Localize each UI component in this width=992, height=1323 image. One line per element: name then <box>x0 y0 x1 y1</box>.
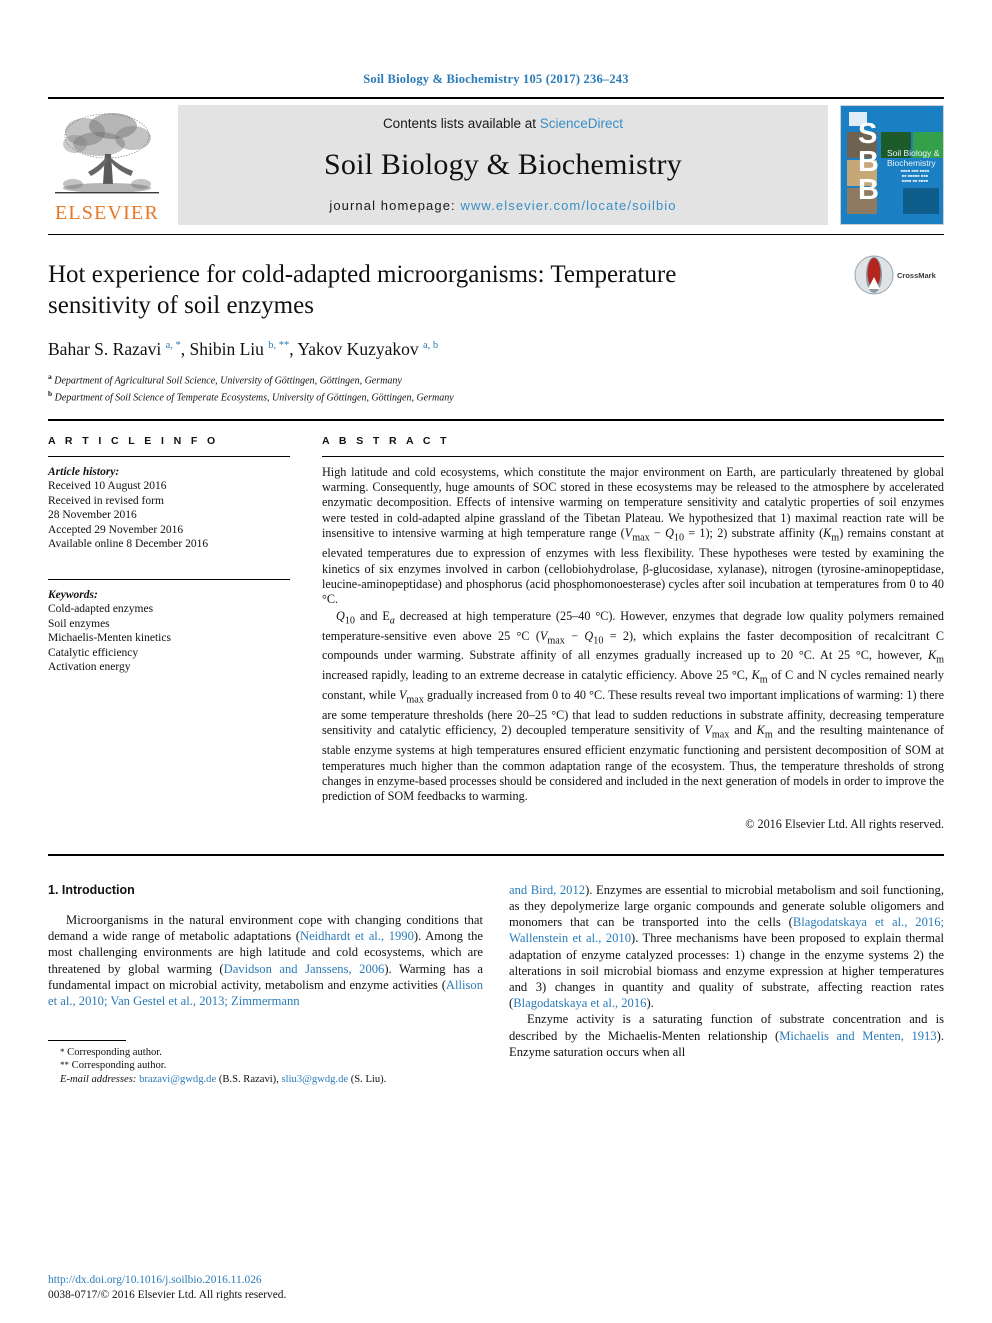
body-column-right: and Bird, 2012). Enzymes are essential t… <box>509 882 944 1060</box>
keyword-4: Activation energy <box>48 661 131 674</box>
running-head: Soil Biology & Biochemistry 105 (2017) 2… <box>363 72 629 86</box>
abstract-body: High latitude and cold ecosystems, which… <box>322 465 944 805</box>
abstract-bottom-rule <box>48 853 944 856</box>
article-info-rule <box>48 455 290 457</box>
intro-paragraph-right-2: Enzyme activity is a saturating function… <box>509 1012 944 1059</box>
abstract-paragraph-1: High latitude and cold ecosystems, which… <box>322 464 944 607</box>
crossmark-icon <box>854 255 894 295</box>
keyword-3: Catalytic efficiency <box>48 646 139 659</box>
article-info-heading: A R T I C L E I N F O <box>48 434 219 447</box>
affiliation-a-mark: a <box>48 372 52 381</box>
footnotes-block: * Corresponding author. ** Corresponding… <box>48 1039 483 1086</box>
cover-title-line2: Biochemistry <box>887 158 936 168</box>
elsevier-logo: ELSEVIER <box>48 105 166 225</box>
info-abstract-region: A R T I C L E I N F O Article history: R… <box>48 435 944 832</box>
keyword-2: Michaelis-Menten kinetics <box>48 632 171 645</box>
cover-sbb-letters: SBB <box>858 118 879 206</box>
title-bottom-rule <box>48 418 944 421</box>
journal-homepage-line: journal homepage: www.elsevier.com/locat… <box>329 198 676 213</box>
keyword-0: Cold-adapted enzymes <box>48 603 154 616</box>
cover-photo-6 <box>903 188 939 214</box>
abstract-rule <box>322 455 944 457</box>
journal-masthead: ELSEVIER Contents lists available at Sci… <box>48 105 944 225</box>
cover-journal-title: Soil Biology & Biochemistry <box>887 148 939 168</box>
elsevier-wordmark: ELSEVIER <box>54 202 160 224</box>
intro-paragraph-right-1: and Bird, 2012). Enzymes are essential t… <box>509 882 945 1011</box>
keyword-1: Soil enzymes <box>48 617 110 630</box>
homepage-prefix: journal homepage: <box>329 198 461 213</box>
journal-homepage-link[interactable]: www.elsevier.com/locate/soilbio <box>460 198 676 213</box>
history-item-4: Available online 8 December 2016 <box>48 538 209 551</box>
crossmark-label: CrossMark <box>897 270 936 280</box>
abstract-copyright: © 2016 Elsevier Ltd. All rights reserved… <box>745 816 944 831</box>
article-history-label: Article history: <box>48 465 120 478</box>
abstract-column: A B S T R A C T High latitude and cold e… <box>322 435 944 832</box>
footnote-emails: E-mail addresses: brazavi@gwdg.de (B.S. … <box>60 1073 387 1085</box>
issn-copyright-line: 0038-0717/© 2016 Elsevier Ltd. All right… <box>48 1289 287 1301</box>
page-title: Hot experience for cold-adapted microorg… <box>48 261 677 319</box>
affiliation-list: a Department of Agricultural Soil Scienc… <box>48 370 944 405</box>
contents-available-line: Contents lists available at ScienceDirec… <box>383 116 623 131</box>
abstract-heading: A B S T R A C T <box>322 434 450 447</box>
body-column-left: 1. Introduction Microorganisms in the na… <box>48 882 483 1085</box>
article-body: 1. Introduction Microorganisms in the na… <box>48 882 944 1085</box>
elsevier-tree-icon <box>55 113 159 194</box>
section-heading-introduction: 1. Introduction <box>48 882 135 897</box>
cover-title-line1: Soil Biology & <box>887 148 940 158</box>
crossmark-badge[interactable]: CrossMark <box>854 253 936 297</box>
sciencedirect-link[interactable]: ScienceDirect <box>540 116 623 131</box>
affiliation-b-mark: b <box>48 389 53 399</box>
footnote-rule <box>48 1039 126 1041</box>
affiliation-a: a Department of Agricultural Soil Scienc… <box>48 370 944 387</box>
masthead-top-rule <box>48 97 944 99</box>
keywords-block: Keywords: Cold-adapted enzymes Soil enzy… <box>48 588 290 675</box>
footer-doi-block: http://dx.doi.org/10.1016/j.soilbio.2016… <box>48 1273 483 1303</box>
intro-paragraph-left: Microorganisms in the natural environmen… <box>48 913 483 1009</box>
history-item-3: Accepted 29 November 2016 <box>48 523 184 536</box>
journal-cover-thumbnail[interactable]: SBB Soil Biology & Biochemistry ■■■■ ■■■… <box>840 105 944 225</box>
author-list: Bahar S. Razavi a, *, Shibin Liu b, **, … <box>48 339 439 359</box>
affiliation-a-text: Department of Agricultural Soil Science,… <box>54 375 402 387</box>
journal-title: Soil Biology & Biochemistry <box>324 147 682 181</box>
doi-link[interactable]: http://dx.doi.org/10.1016/j.soilbio.2016… <box>48 1273 483 1288</box>
keywords-label: Keywords: <box>48 588 98 601</box>
contents-prefix: Contents lists available at <box>382 116 540 131</box>
cover-blurb-text: ■■■■ ■■■ ■■■■ ■■ ■■■■■ ■■■ ■■■■ ■■ ■■■■ <box>900 168 930 183</box>
article-history-block: Article history: Received 10 August 2016… <box>48 465 290 552</box>
affiliation-b-text: Department of Soil Science of Temperate … <box>54 392 454 404</box>
footnote-corresponding-1: * Corresponding author. <box>60 1046 162 1058</box>
history-item-0: Received 10 August 2016 <box>48 480 167 493</box>
abstract-paragraph-2: Q10 and Ea decreased at high temperature… <box>322 608 944 804</box>
journal-article-page: Soil Biology & Biochemistry 105 (2017) 2… <box>0 0 992 1323</box>
affiliation-b: b Department of Soil Science of Temperat… <box>48 387 944 404</box>
keywords-rule <box>48 578 290 580</box>
footnote-corresponding-2: ** Corresponding author. <box>60 1060 167 1072</box>
history-item-1: Received in revised form <box>48 494 164 507</box>
masthead-center-panel: Contents lists available at ScienceDirec… <box>178 105 828 225</box>
article-info-column: A R T I C L E I N F O Article history: R… <box>48 435 290 832</box>
title-block: Hot experience for cold-adapted microorg… <box>48 235 944 405</box>
history-item-2: 28 November 2016 <box>48 509 137 522</box>
